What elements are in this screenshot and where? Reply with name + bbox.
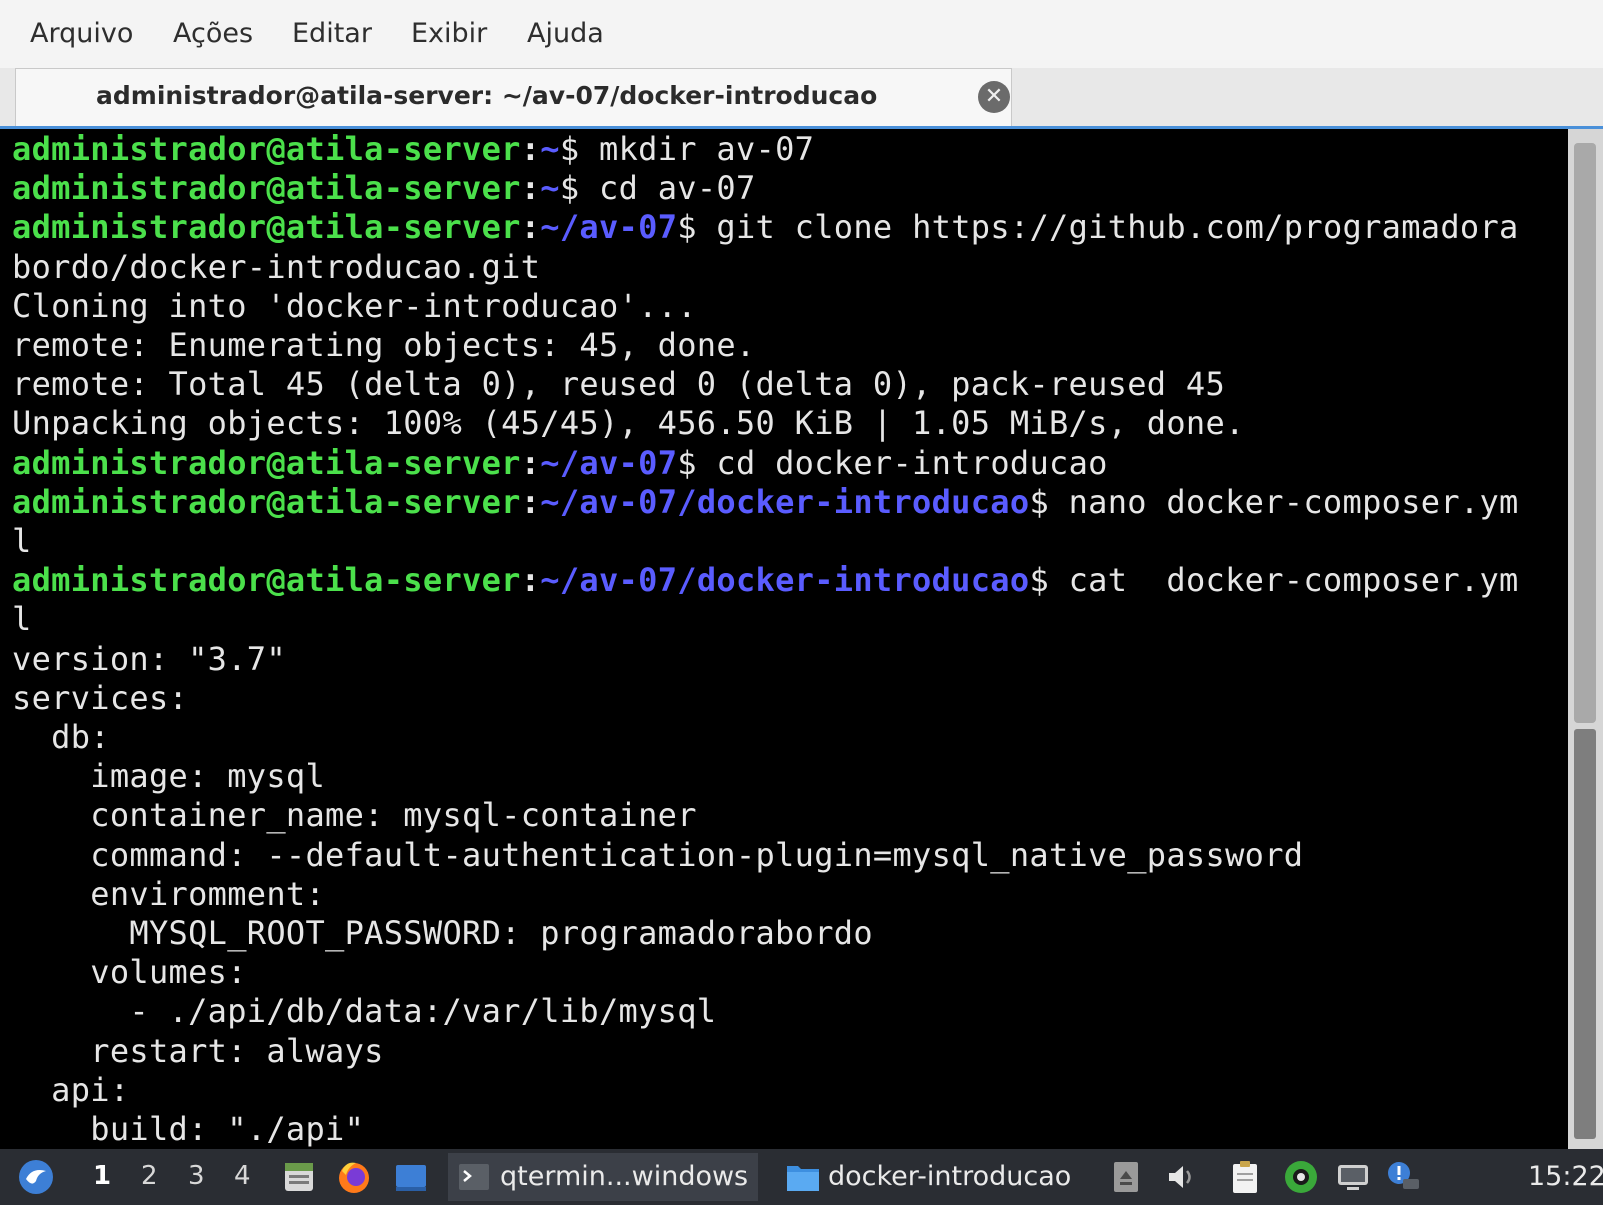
- taskbar-window-label: qtermin...windows: [500, 1161, 749, 1192]
- prompt-dollar: $: [677, 208, 697, 247]
- monitor-icon[interactable]: [1335, 1159, 1371, 1195]
- prompt-user: administrador@atila-server: [12, 208, 521, 247]
- terminal-output-line: command: --default-authentication-plugin…: [12, 835, 1304, 874]
- workspace-3[interactable]: 3: [188, 1161, 205, 1191]
- eject-icon[interactable]: [1108, 1159, 1144, 1195]
- terminal-prompt-line: administrador@atila-server:~$ mkdir av-0…: [12, 129, 814, 169]
- terminal-output-line: volumes:: [12, 953, 247, 992]
- prompt-path: ~: [540, 130, 560, 168]
- terminal-prompt-line: administrador@atila-server:~$ cd av-07: [12, 168, 756, 208]
- terminal-command: nano docker-composer.ym: [1049, 482, 1519, 521]
- menu-ajuda[interactable]: Ajuda: [527, 18, 604, 49]
- prompt-dollar: $: [559, 130, 580, 168]
- terminal-prompt-line: administrador@atila-server:~/av-07/docke…: [12, 482, 1519, 522]
- terminal-output-line: l: [12, 600, 32, 639]
- terminal-output-line: - ./api/db/data:/var/lib/mysql: [12, 992, 717, 1031]
- menu-exibir[interactable]: Exibir: [411, 18, 487, 49]
- terminal-prompt-line: administrador@atila-server:~/av-07$ git …: [12, 207, 1519, 247]
- terminal-command: cd av-07: [579, 169, 756, 208]
- prompt-path: ~/av-07: [540, 208, 678, 247]
- terminal-output-line: image: mysql: [12, 757, 326, 796]
- terminal-output-line: db:: [12, 718, 110, 756]
- terminal-output-line: remote: Total 45 (delta 0), reused 0 (de…: [12, 365, 1226, 404]
- notification-icon[interactable]: [1385, 1159, 1421, 1195]
- terminal-command: cat docker-composer.ym: [1049, 561, 1519, 600]
- workspace-2[interactable]: 2: [141, 1161, 158, 1191]
- prompt-user: administrador@atila-server: [12, 169, 521, 208]
- tab-close-icon[interactable]: ✕: [978, 81, 1010, 113]
- prompt-dollar: $: [1029, 482, 1050, 521]
- taskbar-window-label: docker-introducao: [828, 1161, 1072, 1192]
- menu-editar[interactable]: Editar: [292, 18, 372, 49]
- network-status-icon[interactable]: [1283, 1159, 1319, 1195]
- prompt-separator: :: [520, 130, 541, 168]
- terminal-command: cd docker-introducao: [696, 443, 1108, 482]
- start-menu-icon[interactable]: [18, 1159, 54, 1195]
- prompt-user: administrador@atila-server: [12, 482, 521, 521]
- prompt-user: administrador@atila-server: [12, 130, 521, 168]
- prompt-path: ~/av-07: [540, 443, 678, 482]
- prompt-dollar: $: [677, 443, 697, 482]
- menu-bar: Arquivo Ações Editar Exibir Ajuda: [0, 0, 1603, 68]
- prompt-path: ~/av-07/docker-introducao: [540, 482, 1030, 521]
- clipboard-icon[interactable]: [1228, 1159, 1264, 1195]
- workspace-4[interactable]: 4: [234, 1161, 251, 1191]
- terminal-output-line: Cloning into 'docker-introducao'...: [12, 286, 697, 325]
- terminal-output-line: remote: Enumerating objects: 45, done.: [12, 326, 756, 364]
- terminal-command: git clone https://github.com/programador…: [696, 208, 1519, 247]
- prompt-path: ~: [540, 169, 560, 208]
- prompt-separator: :: [520, 482, 541, 521]
- workspace-1[interactable]: 1: [93, 1161, 111, 1191]
- volume-icon[interactable]: [1163, 1159, 1199, 1195]
- terminal-command: mkdir av-07: [579, 130, 815, 168]
- file-manager-launcher-icon[interactable]: [281, 1159, 317, 1195]
- terminal-output-line: enviromment:: [12, 874, 326, 913]
- terminal-output-line: api:: [12, 1070, 130, 1109]
- firefox-icon[interactable]: [336, 1159, 372, 1195]
- terminal-output-line: version: "3.7": [12, 639, 286, 678]
- prompt-separator: :: [520, 208, 541, 247]
- prompt-separator: :: [520, 169, 541, 208]
- terminal-output-line: MYSQL_ROOT_PASSWORD: programadorabordo: [12, 914, 873, 952]
- terminal-output-line: services:: [12, 678, 189, 717]
- terminal-output-line: container_name: mysql-container: [12, 796, 697, 835]
- taskbar-clock[interactable]: 15:22: [1528, 1161, 1603, 1192]
- menu-arquivo[interactable]: Arquivo: [30, 18, 133, 49]
- terminal-prompt-line: administrador@atila-server:~/av-07$ cd d…: [12, 443, 1108, 483]
- terminal-output-line: build: "./api": [12, 1110, 365, 1148]
- scrollbar-thumb[interactable]: [1574, 143, 1596, 723]
- terminal-output-line: restart: always: [12, 1031, 384, 1070]
- folder-icon: [787, 1166, 819, 1191]
- terminal-tab[interactable]: administrador@atila-server: ~/av-07/dock…: [15, 68, 1012, 127]
- scrollbar-track[interactable]: [1574, 729, 1596, 1139]
- tab-title: administrador@atila-server: ~/av-07/dock…: [96, 81, 878, 110]
- desktop-icon[interactable]: [393, 1159, 429, 1195]
- prompt-path: ~/av-07/docker-introducao: [540, 561, 1030, 600]
- prompt-separator: :: [520, 443, 541, 482]
- taskbar: 1 2 3 4 qtermin...windows docker-introdu…: [0, 1149, 1603, 1205]
- terminal-icon: [459, 1164, 489, 1190]
- prompt-dollar: $: [1029, 561, 1050, 600]
- prompt-dollar: $: [559, 169, 580, 208]
- terminal-scrollbar[interactable]: [1568, 129, 1603, 1149]
- menu-acoes[interactable]: Ações: [173, 18, 253, 49]
- taskbar-window-docker-introducao[interactable]: docker-introducao: [780, 1153, 1080, 1201]
- terminal-output-line: bordo/docker-introducao.git: [12, 247, 541, 286]
- terminal-output-line: l: [12, 522, 32, 560]
- tab-bar: administrador@atila-server: ~/av-07/dock…: [0, 68, 1603, 128]
- prompt-user: administrador@atila-server: [12, 443, 521, 482]
- terminal-output[interactable]: administrador@atila-server:~$ mkdir av-0…: [0, 129, 1568, 1149]
- terminal-prompt-line: administrador@atila-server:~/av-07/docke…: [12, 560, 1519, 600]
- terminal-output-line: Unpacking objects: 100% (45/45), 456.50 …: [12, 404, 1245, 443]
- prompt-user: administrador@atila-server: [12, 561, 521, 600]
- prompt-separator: :: [520, 561, 541, 600]
- taskbar-window-qterminal[interactable]: qtermin...windows: [448, 1153, 758, 1201]
